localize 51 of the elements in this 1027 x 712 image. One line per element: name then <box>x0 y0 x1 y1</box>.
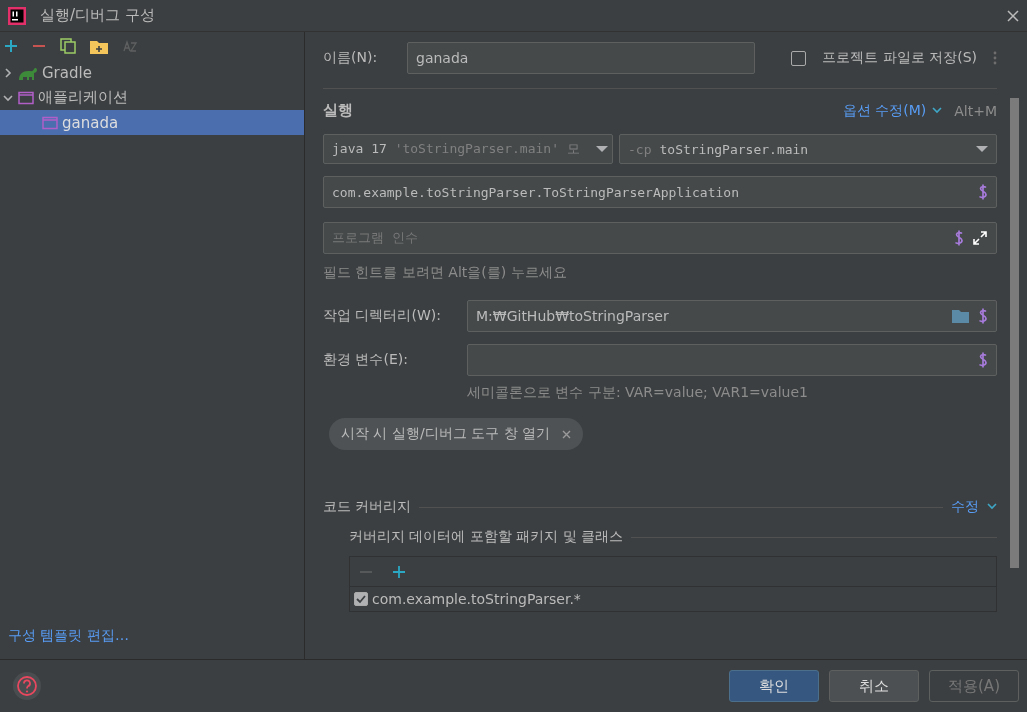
dropdown-arrow-icon <box>976 145 988 153</box>
window-title: 실행/디버그 구성 <box>40 6 156 25</box>
option-tag[interactable]: 시작 시 실행/디버그 도구 창 열기 <box>329 418 583 450</box>
help-icon[interactable] <box>12 671 42 701</box>
name-field[interactable]: ganada <box>407 42 755 74</box>
modify-link[interactable]: 수정 <box>951 498 979 516</box>
dropdown-arrow-icon <box>595 145 608 153</box>
tree-item[interactable]: 애플리케이션 <box>0 85 304 110</box>
dollar-icon[interactable] <box>954 229 964 247</box>
working-directory-field[interactable]: M:₩GitHub₩toStringParser <box>467 300 997 332</box>
close-icon[interactable] <box>561 429 571 439</box>
shortcut-label: Alt+M <box>954 102 997 119</box>
main-class-field[interactable]: com.example.toStringParser.ToStringParserApplication <box>323 176 997 208</box>
subsection-title: 커버리지 데이터에 포함할 패키지 및 클래스 <box>349 528 624 546</box>
dollar-icon[interactable] <box>978 183 988 201</box>
folder-icon[interactable] <box>952 309 970 323</box>
sort-icon <box>122 38 138 54</box>
window-icon <box>42 115 58 130</box>
modify-options-link[interactable]: 옵션 수정(M) <box>842 101 927 120</box>
environment-label: 환경 변수(E): <box>323 351 409 369</box>
environment-field[interactable] <box>467 344 997 376</box>
checkbox[interactable] <box>354 592 368 606</box>
close-icon[interactable] <box>1007 9 1019 22</box>
app-logo-icon <box>8 6 26 25</box>
expand-icon[interactable] <box>972 230 988 246</box>
section-title: 코드 커버리지 <box>323 498 412 516</box>
environment-hint: 세미콜론으로 변수 구분: VAR=value; VAR1=value1 <box>467 384 809 402</box>
dollar-icon[interactable] <box>978 351 988 369</box>
dialog-button[interactable]: 확인 <box>729 670 819 702</box>
section-title: 실행 <box>323 101 353 120</box>
scrollbar[interactable] <box>1010 98 1019 568</box>
tree-item[interactable]: ganada <box>0 110 304 135</box>
checkbox-label: 프로젝트 파일로 저장(S) <box>822 49 977 67</box>
more-icon[interactable] <box>993 50 997 66</box>
edit-templates-link[interactable]: 구성 템플릿 편집… <box>8 627 129 643</box>
chevron-right-icon[interactable] <box>2 66 14 79</box>
tree-item[interactable]: Gradle <box>0 60 304 85</box>
add-icon[interactable] <box>4 39 18 53</box>
copy-icon[interactable] <box>60 38 76 54</box>
dollar-icon[interactable] <box>978 307 988 325</box>
folder-add-icon[interactable] <box>90 38 108 54</box>
field-hint: 필드 힌트를 보려면 Alt을(를) 누르세요 <box>323 264 568 282</box>
classpath-select[interactable]: -cp toStringParser.main <box>619 134 997 164</box>
window-icon <box>18 90 34 105</box>
working-directory-label: 작업 디렉터리(W): <box>323 307 442 325</box>
add-icon[interactable] <box>392 564 406 579</box>
chevron-down-icon <box>987 503 997 511</box>
name-label: 이름(N): <box>323 49 379 67</box>
chevron-down-icon <box>932 106 943 115</box>
checkbox[interactable] <box>791 50 807 66</box>
dialog-button[interactable]: 취소 <box>829 670 919 702</box>
